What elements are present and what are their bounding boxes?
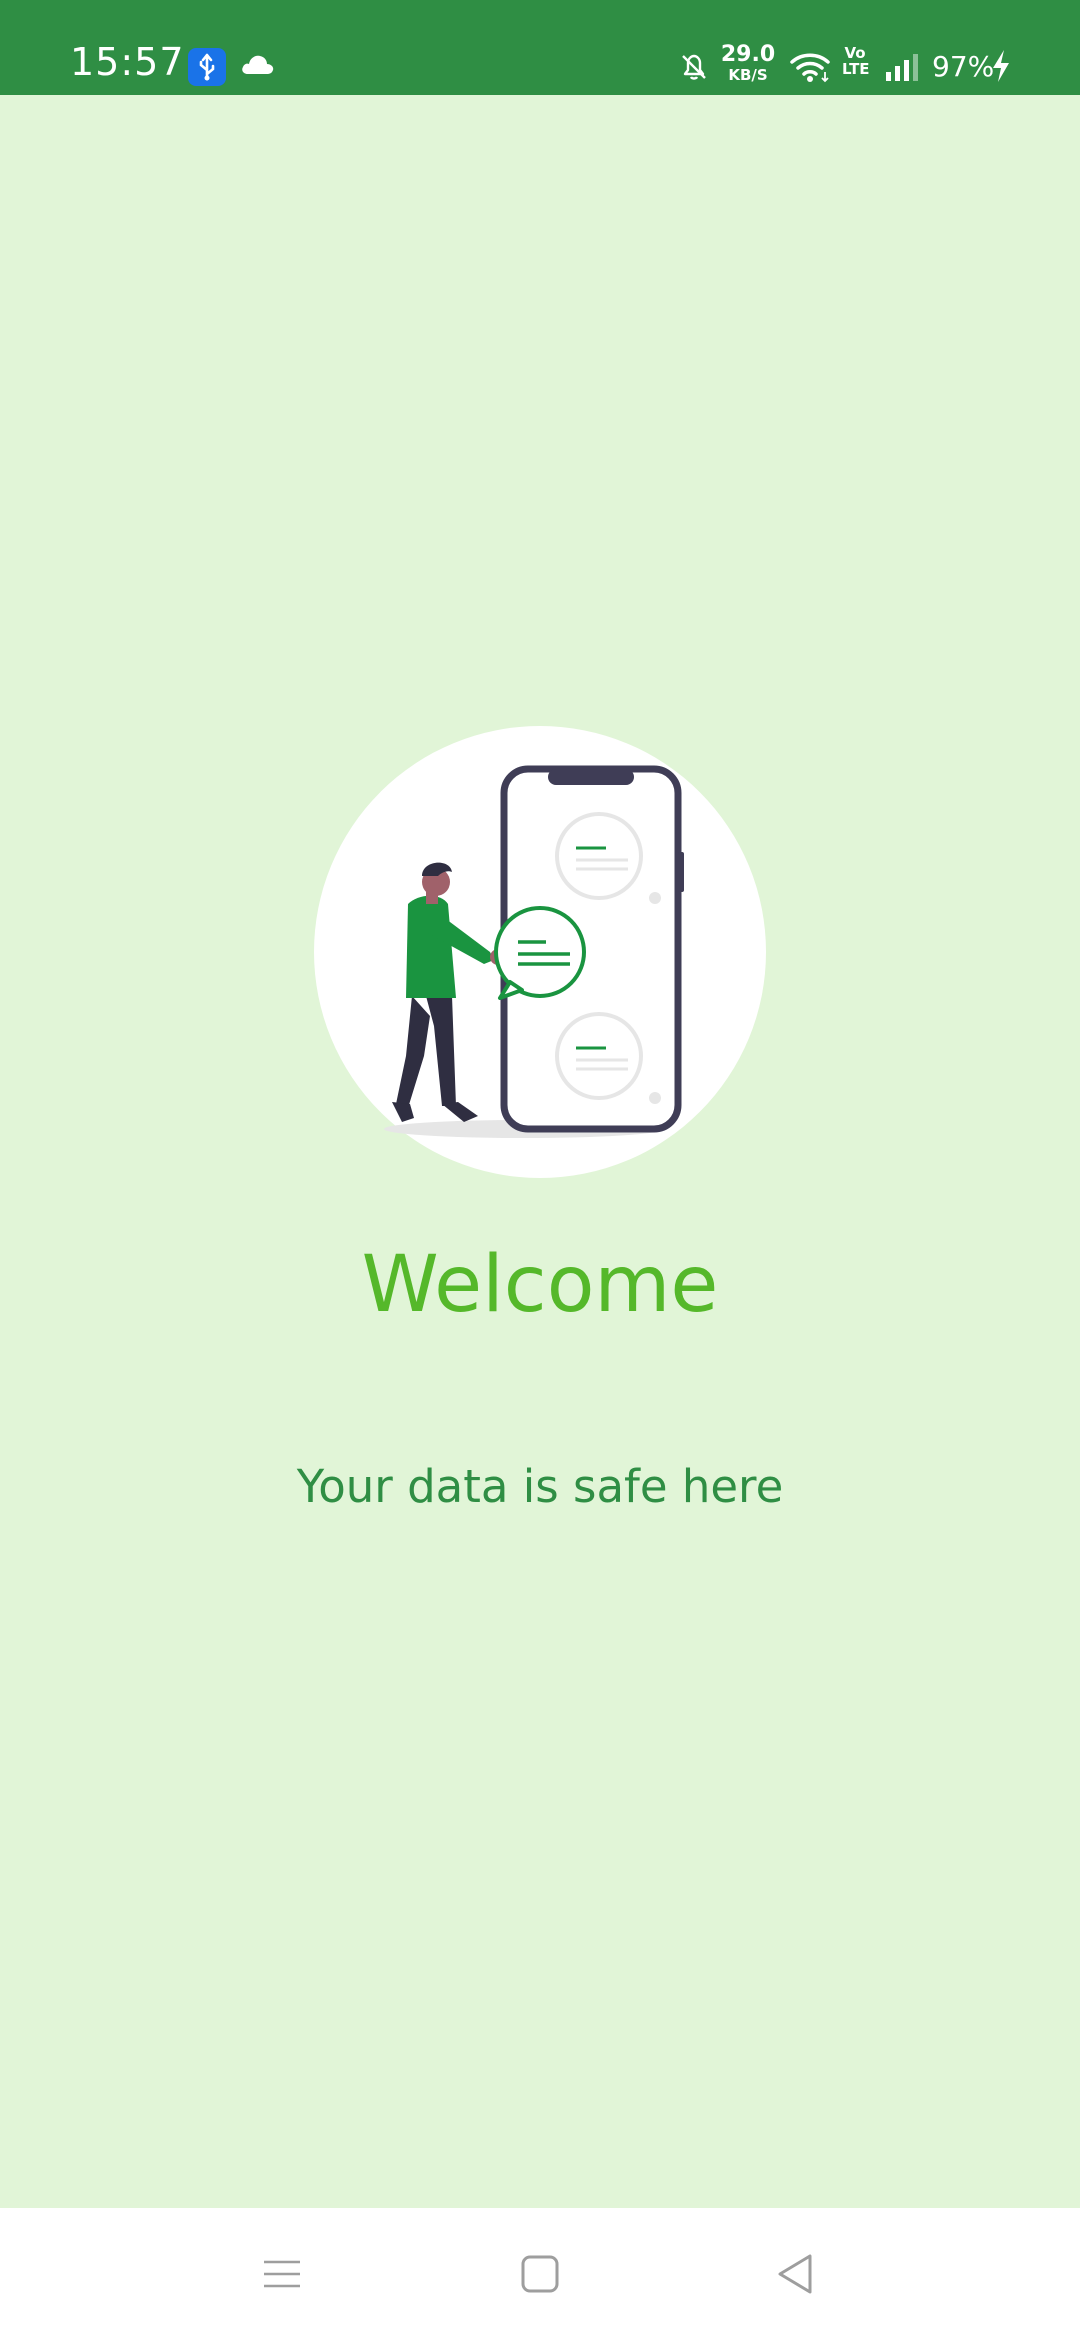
usb-icon — [188, 48, 226, 86]
menu-icon — [264, 2260, 300, 2288]
battery-level: 97% — [932, 50, 995, 83]
welcome-screen: 15:57 29.0 KB/S Vo LTE 97% Welcome Your … — [0, 0, 1080, 2340]
menu-button[interactable] — [252, 2244, 312, 2304]
wifi-icon — [788, 50, 832, 84]
bell-off-icon — [676, 48, 712, 84]
status-bar: 15:57 29.0 KB/S Vo LTE 97% — [0, 0, 1080, 95]
welcome-title: Welcome — [361, 1240, 719, 1330]
welcome-illustration — [314, 726, 766, 1178]
back-icon — [778, 2254, 812, 2294]
cloud-icon — [240, 52, 276, 76]
charging-bolt-icon — [990, 48, 1012, 84]
home-button[interactable] — [510, 2244, 570, 2304]
volte-icon: Vo LTE — [842, 45, 870, 78]
volte-bottom: LTE — [842, 59, 870, 78]
phone-notch — [548, 769, 634, 785]
network-speed: 29.0 KB/S — [720, 44, 776, 83]
back-button[interactable] — [766, 2244, 826, 2304]
welcome-subtitle: Your data is safe here — [296, 1460, 784, 1513]
network-speed-value: 29.0 — [720, 42, 776, 67]
status-time: 15:57 — [70, 40, 185, 84]
navigation-bar — [0, 2208, 1080, 2340]
home-icon — [521, 2255, 559, 2293]
network-speed-unit: KB/S — [728, 66, 768, 84]
signal-icon — [884, 52, 924, 82]
